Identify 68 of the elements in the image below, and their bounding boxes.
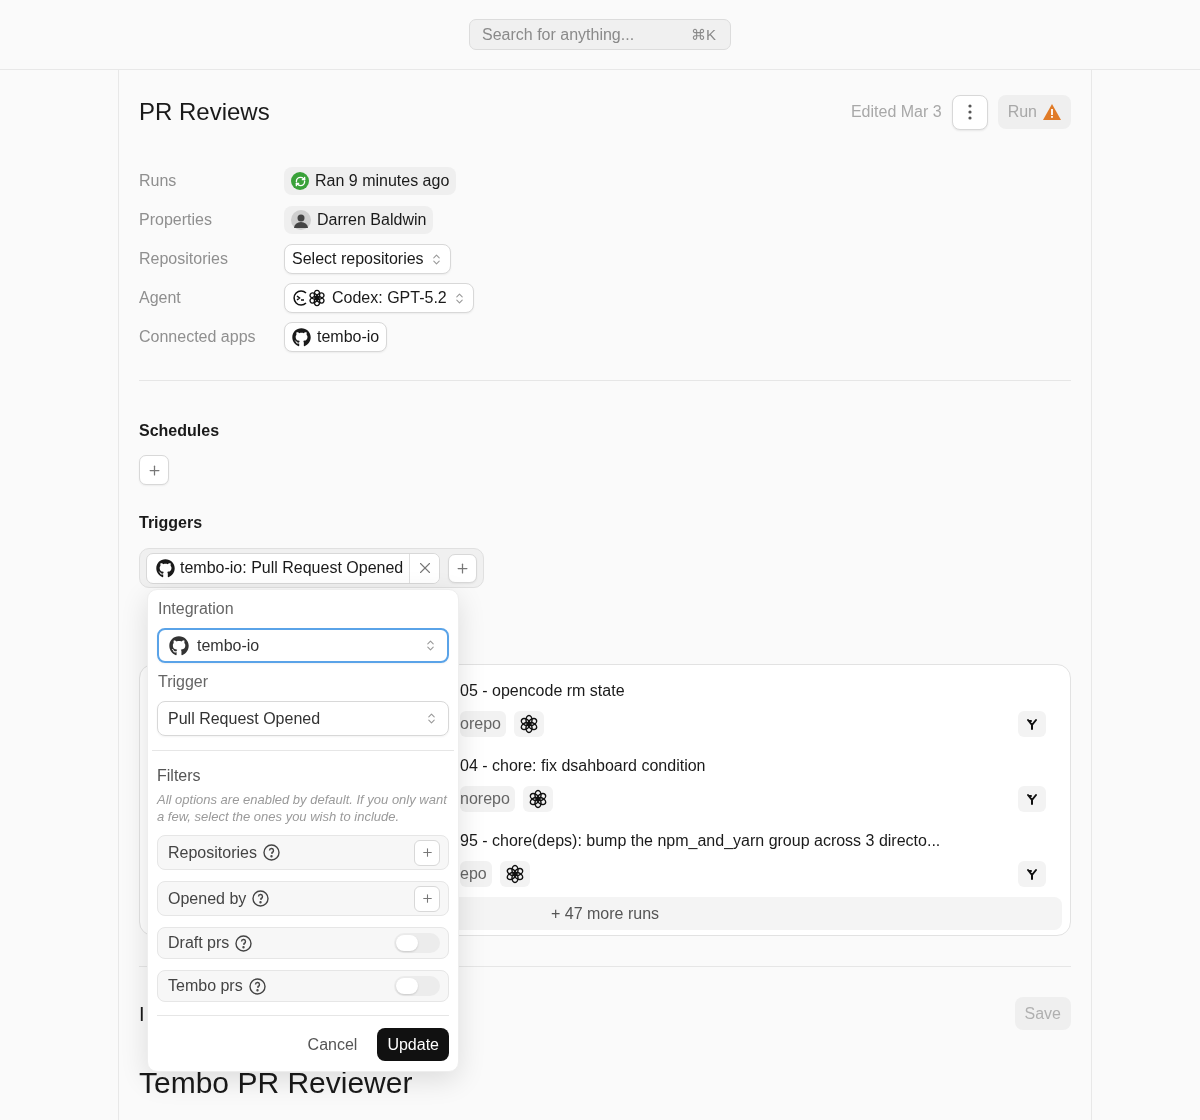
- help-icon[interactable]: [248, 977, 266, 995]
- reviewer-title: Tembo PR Reviewer: [139, 1065, 414, 1101]
- github-icon: [169, 635, 189, 656]
- cancel-button[interactable]: Cancel: [297, 1028, 368, 1061]
- add-trigger-button[interactable]: [448, 553, 478, 583]
- edited-date: Edited Mar 3: [850, 103, 942, 121]
- filter-toggle[interactable]: [394, 933, 440, 953]
- add-filter-button[interactable]: [414, 885, 440, 912]
- plus-icon: [420, 846, 434, 859]
- section-heading: I: [139, 1003, 145, 1024]
- property-label: Runs: [139, 172, 178, 190]
- filter-label: Repositories: [168, 843, 257, 862]
- refresh-icon: [291, 172, 309, 190]
- field-label: Trigger: [157, 672, 210, 692]
- run-title[interactable]: 04 - chore: fix dsahboard condition: [460, 756, 1062, 776]
- property-label: Connected apps: [139, 328, 257, 346]
- update-button[interactable]: Update: [377, 1028, 449, 1061]
- openai-icon: [308, 289, 326, 307]
- integration-select[interactable]: tembo-io: [157, 628, 449, 663]
- agent-select[interactable]: Codex: GPT-5.2: [284, 283, 474, 313]
- repo-tag: norepo: [460, 786, 515, 812]
- more-button[interactable]: [951, 94, 988, 130]
- openai-icon: [518, 714, 539, 734]
- section-heading: Schedules: [139, 421, 221, 441]
- branch-icon: [1026, 868, 1038, 880]
- openai-icon: [527, 789, 548, 809]
- filter-label: Tembo prs: [168, 977, 243, 995]
- help-icon[interactable]: [235, 934, 253, 952]
- help-icon[interactable]: [262, 844, 280, 861]
- more-icon: [967, 104, 972, 120]
- github-icon: [156, 558, 175, 578]
- help-icon[interactable]: [252, 890, 270, 907]
- openai-icon: [504, 864, 525, 884]
- plus-icon: [420, 892, 434, 905]
- property-label: Agent: [139, 289, 182, 307]
- github-icon: [292, 327, 311, 347]
- run-title[interactable]: 05 - opencode rm state: [460, 681, 1062, 701]
- search-input[interactable]: Search for anything...: [480, 24, 670, 45]
- shortcut-hint: ⌘K: [691, 25, 716, 44]
- repo-tag: epo: [460, 861, 492, 887]
- sort-icon: [424, 639, 437, 652]
- app-chip[interactable]: tembo-io: [284, 322, 388, 352]
- page-title: PR Reviews: [139, 98, 270, 126]
- filters-hint: All options are enabled by default. If you only want a few, select the ones you wish to include.: [157, 791, 449, 825]
- plus-icon: [146, 462, 162, 478]
- section-heading: Triggers: [139, 513, 204, 533]
- filter-label: Draft prs: [168, 934, 230, 952]
- person-chip[interactable]: Darren Baldwin: [284, 206, 434, 234]
- branch-icon: [1026, 793, 1038, 805]
- trigger-select[interactable]: Pull Request Opened: [157, 701, 449, 736]
- filters-title: Filters: [157, 766, 202, 786]
- add-filter-button[interactable]: [414, 839, 440, 866]
- sort-icon: [425, 712, 438, 725]
- status-chip[interactable]: Ran 9 minutes ago: [284, 167, 457, 195]
- remove-button[interactable]: [409, 553, 440, 583]
- field-label: Integration: [157, 599, 235, 619]
- repository-select[interactable]: Select repositories: [284, 244, 451, 274]
- add-schedule-button[interactable]: [139, 455, 169, 485]
- property-label: Repositories: [139, 250, 229, 268]
- warning-icon: [1043, 104, 1061, 120]
- run-title[interactable]: 95 - chore(deps): bump the npm_and_yarn group across 3 directo...: [460, 831, 1062, 851]
- repo-tag: orepo: [460, 711, 506, 737]
- plus-icon: [455, 560, 471, 576]
- avatar: [291, 210, 311, 230]
- property-label: Properties: [139, 211, 213, 229]
- terminal-icon: [292, 289, 308, 307]
- branch-icon: [1026, 718, 1038, 730]
- filter-toggle[interactable]: [394, 976, 440, 996]
